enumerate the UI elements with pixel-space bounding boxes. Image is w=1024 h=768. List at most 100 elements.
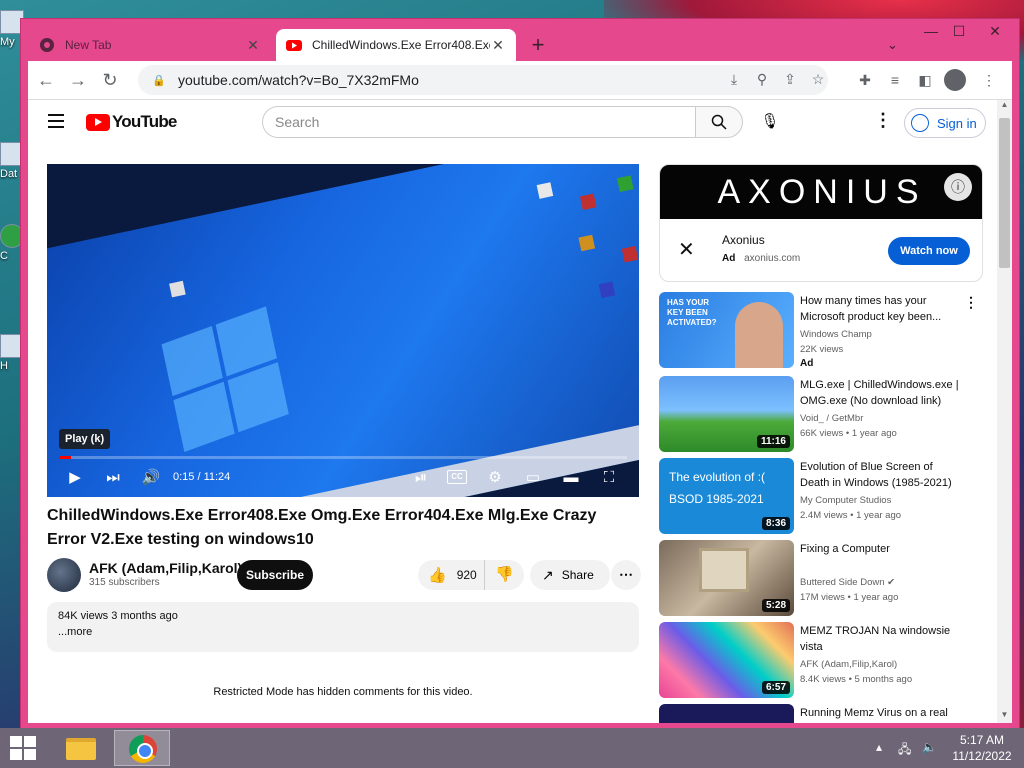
youtube-play-icon — [86, 113, 110, 131]
progress-bar[interactable] — [59, 456, 627, 459]
hamburger-menu-icon[interactable] — [48, 114, 64, 132]
profile-icon[interactable] — [942, 67, 968, 93]
chevron-down-icon[interactable]: ⌄ — [887, 37, 898, 53]
time-display: 0:15 / 11:24 — [173, 471, 231, 483]
video-thumbnail[interactable]: 11:16 — [659, 376, 794, 452]
video-thumbnail[interactable]: 5:28 — [659, 540, 794, 616]
settings-gear-icon[interactable]: ⚙ — [483, 466, 507, 490]
youtube-logo[interactable]: YouTube — [86, 112, 177, 132]
desktop-icon-label: C — [0, 250, 8, 262]
taskbar-chrome[interactable] — [114, 730, 170, 766]
rec-channel: AFK (Adam,Filip,Karol) — [800, 659, 898, 670]
search-button[interactable] — [695, 106, 743, 138]
maximize-icon[interactable]: ☐ — [947, 23, 971, 43]
tab-youtube-video[interactable]: ChilledWindows.Exe Error408.Exe ✕ — [276, 29, 516, 61]
close-icon[interactable]: ✕ — [245, 37, 261, 54]
more-vertical-icon[interactable]: ⋮ — [964, 294, 978, 311]
video-frame — [47, 164, 639, 497]
ad-badge: Ad — [800, 358, 814, 369]
new-tab-button[interactable]: + — [527, 34, 549, 57]
bookmark-star-icon[interactable]: ☆ — [806, 67, 830, 91]
share-button[interactable]: ↗ Share — [530, 560, 610, 590]
thumbs-up-icon: 👍 — [428, 567, 447, 584]
windows-start-icon[interactable] — [10, 736, 36, 760]
side-panel-icon[interactable]: ◧ — [912, 67, 938, 93]
thumbs-down-icon: 👎 — [495, 566, 514, 583]
watch-now-button[interactable]: Watch now — [888, 237, 970, 265]
scroll-thumb[interactable] — [999, 118, 1010, 268]
description-box[interactable]: 84K views 3 months ago ...more — [47, 602, 639, 652]
forward-arrow-icon[interactable]: → — [64, 66, 92, 94]
recommendation-item[interactable]: Running Memz Virus on a real — [659, 704, 989, 723]
minimize-icon[interactable]: — — [919, 23, 943, 43]
scroll-down-icon[interactable]: ▼ — [997, 710, 1012, 723]
recommendation-item[interactable]: 11:16 MLG.exe | ChilledWindows.exe | OMG… — [659, 376, 989, 452]
more-vertical-icon[interactable]: ⋮ — [873, 110, 893, 131]
sidebar-ad-card[interactable]: AXONIUS ⓘ ✕ Axonius Ad axonius.com Watch… — [659, 164, 983, 282]
theater-mode-icon[interactable]: ▬ — [559, 466, 583, 490]
microphone-icon[interactable]: 🎙 — [754, 106, 786, 138]
rec-title: Fixing a Computer — [800, 543, 890, 555]
tab-new-tab[interactable]: New Tab ✕ — [29, 29, 271, 61]
page-viewport: YouTube Search 🎙 ⋮ Sign in Play (k) ▶ ⏭ … — [28, 99, 1012, 723]
video-thumbnail[interactable] — [659, 704, 794, 723]
network-icon[interactable]: 🖧 — [898, 740, 911, 761]
rec-meta: 17M views • 1 year ago — [800, 592, 899, 603]
show-more-link[interactable]: ...more — [58, 626, 628, 638]
taskbar-file-explorer[interactable] — [52, 730, 108, 766]
youtube-favicon-icon — [286, 40, 302, 51]
more-actions-button[interactable]: ⋯ — [611, 560, 641, 590]
sign-in-button[interactable]: Sign in — [904, 108, 986, 138]
video-title: ChilledWindows.Exe Error408.Exe Omg.Exe … — [47, 507, 597, 548]
install-app-icon[interactable]: ⤓ — [722, 67, 746, 91]
channel-avatar[interactable] — [47, 558, 81, 592]
desktop-icon-label: Dat — [0, 168, 18, 180]
next-icon[interactable]: ⏭ — [101, 466, 125, 490]
autoplay-toggle[interactable]: ⏯ — [409, 466, 433, 490]
ad-domain: axonius.com — [744, 253, 801, 264]
reload-icon[interactable]: ↻ — [96, 66, 124, 94]
video-owner-row: AFK (Adam,Filip,Karol) 315 subscribers S… — [47, 558, 647, 594]
video-thumbnail[interactable]: The evolution of :( BSOD 1985-2021 8:36 — [659, 458, 794, 534]
ad-label: Ad — [722, 253, 736, 264]
media-control-icon[interactable]: ≡ — [882, 67, 908, 93]
info-icon[interactable]: ⓘ — [944, 173, 972, 201]
thumbnail-text: The evolution of :( BSOD 1985-2021 — [669, 470, 766, 506]
page-scrollbar[interactable]: ▲ ▼ — [997, 100, 1012, 723]
system-clock[interactable]: 5:17 AM 11/12/2022 — [950, 732, 1014, 764]
extensions-icon[interactable]: ✚ — [852, 67, 878, 93]
volume-tray-icon[interactable]: 🔈 — [922, 740, 937, 754]
video-thumbnail[interactable]: HAS YOUR KEY BEEN ACTIVATED? — [659, 292, 794, 368]
rec-channel: Buttered Side Down ✔ — [800, 577, 896, 588]
dislike-button[interactable]: 👎 — [484, 560, 524, 590]
channel-name[interactable]: AFK (Adam,Filip,Karol) — [89, 560, 242, 576]
like-dislike-group: 👍 920 👎 — [418, 560, 524, 590]
search-input[interactable]: Search — [262, 106, 695, 138]
captions-icon[interactable]: CC — [447, 470, 467, 484]
player-controls: ▶ ⏭ 🔊 0:15 / 11:24 ⏯ CC ⚙ ▭ ▬ ⛶ — [47, 462, 639, 492]
browser-menu-icon[interactable]: ⋮ — [976, 67, 1002, 93]
recommendation-item[interactable]: 5:28 Fixing a Computer Buttered Side Dow… — [659, 540, 989, 616]
views-and-date: 84K views 3 months ago — [58, 610, 178, 622]
show-hidden-icons-icon[interactable]: ▴ — [876, 740, 882, 754]
video-duration: 6:57 — [761, 681, 790, 694]
subscribe-button[interactable]: Subscribe — [237, 560, 313, 590]
zoom-icon[interactable]: ⚲ — [750, 67, 774, 91]
miniplayer-icon[interactable]: ▭ — [521, 466, 545, 490]
back-arrow-icon[interactable]: ← — [32, 66, 60, 94]
share-page-icon[interactable]: ⇪ — [778, 67, 802, 91]
recommendation-item[interactable]: The evolution of :( BSOD 1985-2021 8:36 … — [659, 458, 989, 534]
like-button[interactable]: 👍 920 — [418, 560, 482, 590]
close-icon[interactable]: ✕ — [490, 37, 506, 54]
ad-banner[interactable]: AXONIUS — [660, 165, 982, 219]
volume-icon[interactable]: 🔊 — [139, 466, 163, 490]
recommendation-item[interactable]: 6:57 MEMZ TROJAN Na windowsie vista AFK … — [659, 622, 989, 698]
close-window-icon[interactable]: ✕ — [983, 23, 1007, 43]
recommendation-item[interactable]: HAS YOUR KEY BEEN ACTIVATED? How many ti… — [659, 292, 989, 369]
video-thumbnail[interactable]: 6:57 — [659, 622, 794, 698]
chrome-icon — [129, 735, 157, 763]
fullscreen-icon[interactable]: ⛶ — [597, 466, 621, 490]
play-icon[interactable]: ▶ — [63, 466, 87, 490]
scroll-up-icon[interactable]: ▲ — [997, 100, 1012, 114]
video-player[interactable]: Play (k) ▶ ⏭ 🔊 0:15 / 11:24 ⏯ CC ⚙ ▭ ▬ ⛶ — [47, 164, 639, 497]
